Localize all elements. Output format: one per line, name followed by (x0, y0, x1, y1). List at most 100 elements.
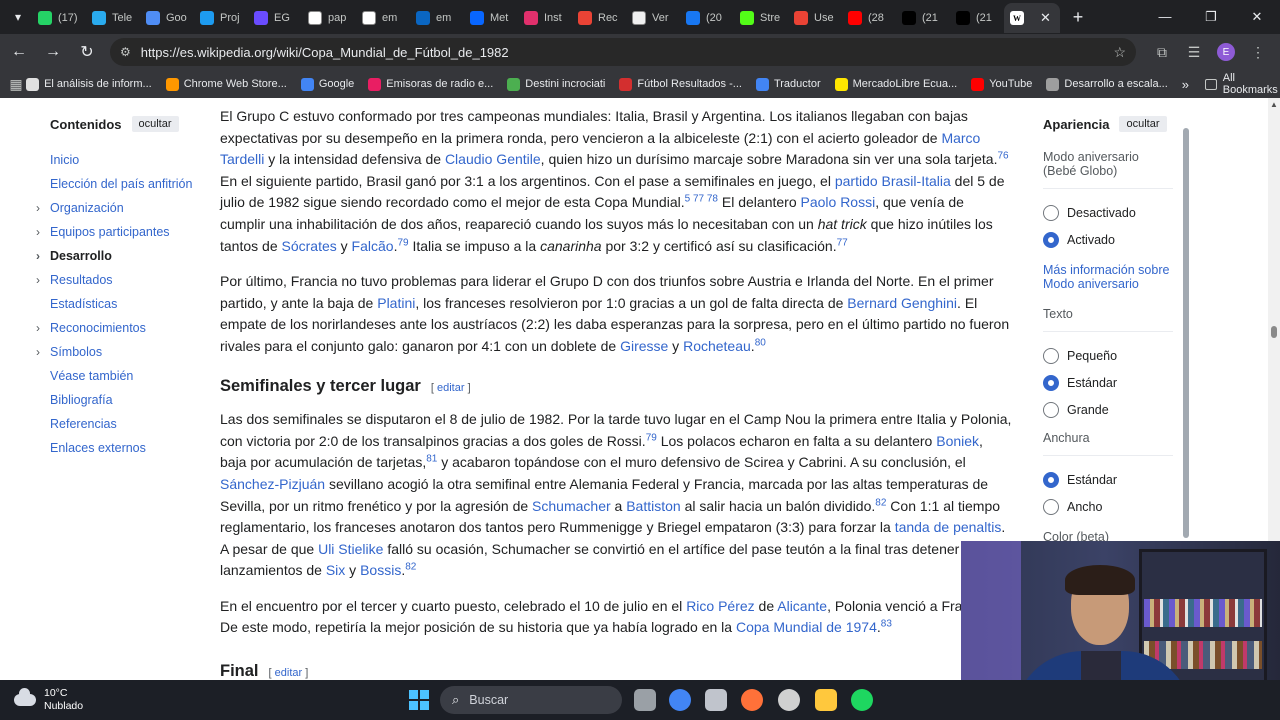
radio-button[interactable] (1043, 498, 1059, 515)
bookmark-item[interactable]: Emisoras de radio e... (368, 77, 493, 91)
browser-tab[interactable]: Proj (194, 3, 248, 33)
browser-tab[interactable]: Inst (518, 3, 572, 33)
toc-item[interactable]: Bibliografía (50, 392, 190, 416)
bookmark-item[interactable]: Desarrollo a escala... (1046, 77, 1168, 91)
chevron-right-icon[interactable]: › (36, 344, 40, 360)
browser-tab[interactable]: (21 (896, 3, 950, 33)
anniversary-option[interactable]: Desactivado (1043, 199, 1173, 226)
page-scroll-thumb[interactable] (1271, 326, 1277, 338)
task-view-icon[interactable] (634, 689, 656, 711)
article-link[interactable]: Copa Mundial de 1974 (736, 619, 877, 635)
citation-reference[interactable]: 76 (997, 151, 1008, 162)
article-link[interactable]: Platini (377, 295, 415, 311)
radio-button[interactable] (1043, 471, 1059, 488)
citation-reference[interactable]: 82 (875, 497, 886, 508)
chevron-right-icon[interactable]: › (36, 272, 40, 288)
scroll-up-icon[interactable]: ▲ (1270, 100, 1278, 109)
bookmark-item[interactable]: El análisis de inform... (26, 77, 152, 91)
toc-item[interactable]: › Símbolos (36, 344, 190, 368)
profile-avatar[interactable]: E (1217, 43, 1235, 61)
browser-tab[interactable]: Use (788, 3, 842, 33)
appearance-hide-button[interactable]: ocultar (1119, 116, 1167, 132)
app-cube-icon[interactable] (705, 689, 727, 711)
article-link[interactable]: Falcão (352, 238, 394, 254)
toc-hide-button[interactable]: ocultar (131, 116, 179, 132)
browser-tab[interactable]: em (356, 3, 410, 33)
toc-item[interactable]: Inicio (50, 152, 190, 176)
browser-tab[interactable]: EG (248, 3, 302, 33)
browser-tab[interactable]: (20 (680, 3, 734, 33)
article-link[interactable]: tanda de penaltis (895, 519, 1002, 535)
close-window-button[interactable]: ✕ (1234, 9, 1280, 25)
bookmark-item[interactable]: Destini incrociati (507, 77, 605, 91)
menu-icon[interactable]: ⋮ (1242, 44, 1274, 61)
anniversary-info-link[interactable]: Más información sobre Modo aniversario (1043, 263, 1173, 291)
citation-reference[interactable]: 82 (405, 562, 416, 573)
edit-label[interactable]: editar (275, 667, 303, 679)
toc-item[interactable]: › Organización (36, 200, 190, 224)
article-link[interactable]: Bernard Genghini (847, 295, 957, 311)
article-link[interactable]: Sánchez-Pizjuán (220, 476, 325, 492)
toc-item[interactable]: Estadísticas (50, 296, 190, 320)
browser-tab[interactable]: (17) (32, 3, 86, 33)
extensions-icon[interactable]: ⧉ (1146, 44, 1178, 61)
text-size-option[interactable]: Grande (1043, 396, 1173, 423)
chevron-right-icon[interactable]: › (36, 320, 40, 336)
citation-reference[interactable]: 83 (881, 619, 892, 630)
citation-reference[interactable]: 81 (426, 454, 437, 465)
close-tab-icon[interactable]: ✕ (1040, 10, 1051, 26)
reload-button[interactable]: ↻ (70, 42, 104, 62)
bookmark-item[interactable]: Traductor (755, 77, 821, 91)
firefox-icon[interactable] (741, 689, 763, 711)
all-bookmarks-button[interactable]: All Bookmarks (1204, 72, 1280, 96)
chevron-right-icon[interactable]: › (36, 200, 40, 216)
article-link[interactable]: Schumacher (532, 498, 611, 514)
apps-grid-icon[interactable]: ▦ (6, 76, 26, 93)
minimize-button[interactable]: — (1142, 9, 1188, 25)
taskbar-search[interactable]: ⌕ Buscar (440, 686, 622, 714)
radio-button[interactable] (1043, 401, 1059, 418)
article-link[interactable]: Claudio Gentile (445, 151, 541, 167)
article-link[interactable]: Bossis (360, 562, 401, 578)
bookmark-item[interactable]: MercadoLibre Ecua... (834, 77, 957, 91)
citation-reference[interactable]: 5 77 78 (685, 194, 718, 205)
bookmark-item[interactable]: Chrome Web Store... (165, 77, 287, 91)
article-link[interactable]: Giresse (620, 338, 668, 354)
toc-item[interactable]: Enlaces externos (50, 440, 190, 464)
citation-reference[interactable]: 80 (755, 337, 766, 348)
edit-link[interactable]: [ editar ] (431, 378, 471, 400)
toc-item[interactable]: › Desarrollo (36, 248, 190, 272)
toc-item[interactable]: Referencias (50, 416, 190, 440)
toc-item[interactable]: Elección del país anfitrión (50, 176, 192, 200)
back-button[interactable]: ← (2, 43, 36, 61)
restore-button[interactable]: ❐ (1188, 9, 1234, 25)
citation-reference[interactable]: 77 (837, 237, 848, 248)
address-bar[interactable]: ⚙ https://es.wikipedia.org/wiki/Copa_Mun… (110, 38, 1136, 66)
radio-button[interactable] (1043, 374, 1059, 391)
bookmark-item[interactable]: Fútbol Resultados -... (619, 77, 742, 91)
bookmark-star-icon[interactable]: ☆ (1113, 44, 1126, 61)
bookmark-item[interactable]: Google (300, 77, 354, 91)
weather-widget[interactable]: 10°C Nublado (14, 687, 83, 713)
browser-tab[interactable]: Tele (86, 3, 140, 33)
article-link[interactable]: Battiston (626, 498, 680, 514)
more-bookmarks-icon[interactable]: » (1182, 77, 1189, 92)
tab-search-button[interactable]: ▾ (4, 4, 32, 30)
article-link[interactable]: partido Brasil-Italia (835, 173, 951, 189)
citation-reference[interactable]: 79 (646, 432, 657, 443)
text-size-option[interactable]: Pequeño (1043, 342, 1173, 369)
chevron-right-icon[interactable]: › (36, 224, 40, 240)
obs-icon[interactable] (778, 689, 800, 711)
radio-button[interactable] (1043, 204, 1059, 221)
browser-tab[interactable]: Goo (140, 3, 194, 33)
new-tab-button[interactable]: + (1066, 7, 1090, 28)
edit-link[interactable]: [ editar ] (269, 663, 309, 680)
reading-list-icon[interactable]: ☰ (1178, 44, 1210, 61)
article-link[interactable]: Uli Stielike (318, 541, 383, 557)
edit-label[interactable]: editar (437, 382, 465, 394)
toc-item[interactable]: › Reconocimientos (36, 320, 190, 344)
browser-tab[interactable]: Stre (734, 3, 788, 33)
text-size-option[interactable]: Estándar (1043, 369, 1173, 396)
article-link[interactable]: Sócrates (282, 238, 337, 254)
toc-item[interactable]: Véase también (50, 368, 190, 392)
